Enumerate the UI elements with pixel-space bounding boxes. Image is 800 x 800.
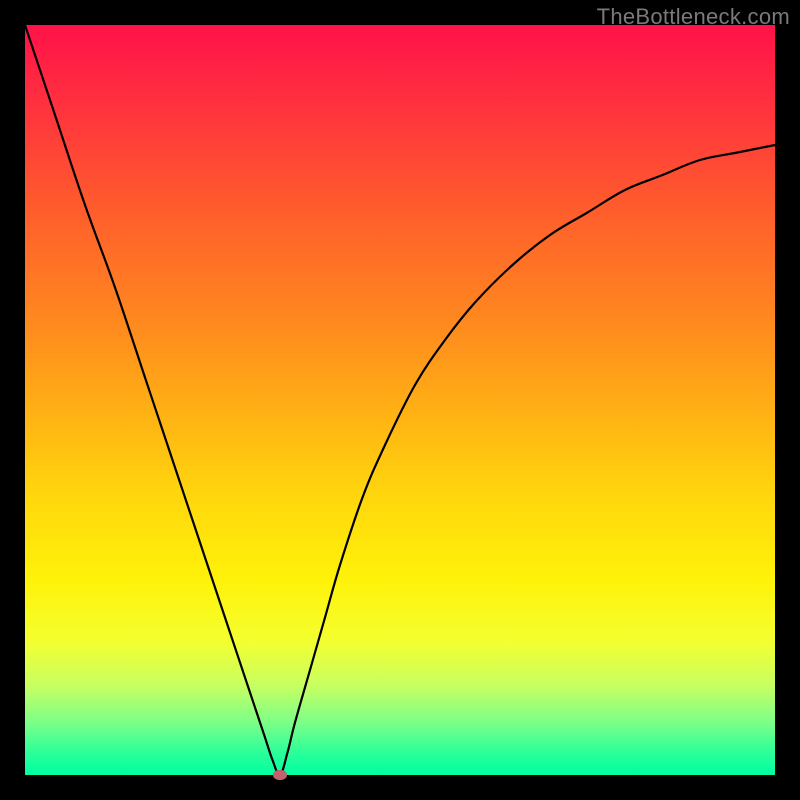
plot-area: [25, 25, 775, 775]
bottleneck-curve: [25, 25, 775, 775]
watermark-text: TheBottleneck.com: [597, 4, 790, 30]
minimum-marker: [273, 770, 287, 780]
chart-stage: TheBottleneck.com: [0, 0, 800, 800]
curve-path: [25, 25, 775, 775]
